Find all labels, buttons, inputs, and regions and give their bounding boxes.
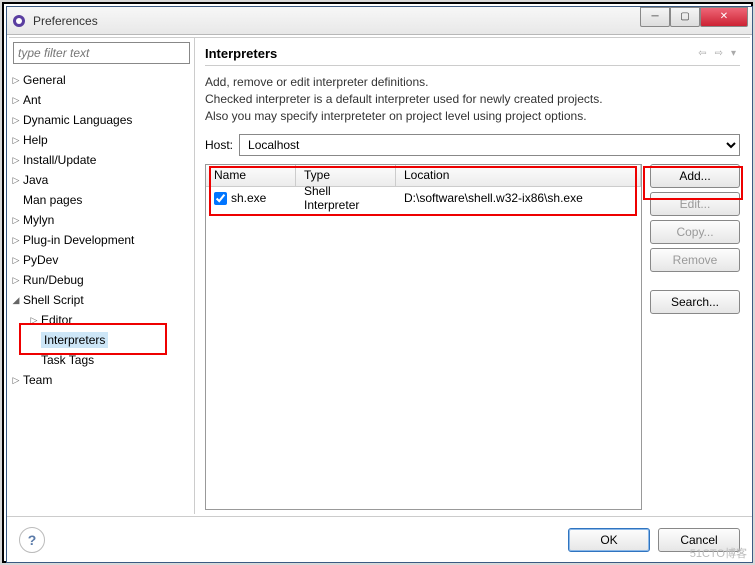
- tree-item-general[interactable]: ▷General: [9, 70, 194, 90]
- sidebar: ▷General▷Ant▷Dynamic Languages▷Help▷Inst…: [9, 37, 195, 514]
- tree-item-plug-in-development[interactable]: ▷Plug-in Development: [9, 230, 194, 250]
- collapsed-icon: ▷: [9, 135, 23, 146]
- menu-icon[interactable]: ▾: [727, 48, 740, 59]
- collapsed-icon: ▷: [9, 255, 23, 266]
- collapsed-icon: ▷: [9, 75, 23, 86]
- forward-icon[interactable]: ⇨: [711, 48, 727, 59]
- tree-item-interpreters[interactable]: Interpreters: [9, 330, 194, 350]
- titlebar: Preferences ─ ▢ ✕: [7, 7, 752, 35]
- tree: ▷General▷Ant▷Dynamic Languages▷Help▷Inst…: [9, 68, 194, 514]
- host-select[interactable]: Localhost: [239, 134, 740, 156]
- collapsed-icon: ▷: [9, 95, 23, 106]
- watermark: 51CTO博客: [690, 545, 747, 561]
- collapsed-icon: ▷: [9, 115, 23, 126]
- collapsed-icon: ▷: [9, 175, 23, 186]
- expanded-icon: ◢: [9, 295, 23, 306]
- content-pane: Interpreters ⇦ ⇨ ▾ Add, remove or edit i…: [195, 37, 750, 514]
- interpreters-table: Name Type Location sh.exe Shell Interpre…: [205, 164, 642, 510]
- close-button[interactable]: ✕: [700, 7, 748, 27]
- tree-item-editor[interactable]: ▷Editor: [9, 310, 194, 330]
- tree-item-run-debug[interactable]: ▷Run/Debug: [9, 270, 194, 290]
- minimize-button[interactable]: ─: [640, 7, 670, 27]
- table-row[interactable]: sh.exe Shell Interpreter D:\software\she…: [206, 187, 641, 209]
- page-description: Add, remove or edit interpreter definiti…: [205, 74, 740, 124]
- tree-item-help[interactable]: ▷Help: [9, 130, 194, 150]
- collapsed-icon: ▷: [9, 275, 23, 286]
- tree-item-task-tags[interactable]: Task Tags: [9, 350, 194, 370]
- row-location: D:\software\shell.w32-ix86\sh.exe: [396, 189, 641, 207]
- tree-item-ant[interactable]: ▷Ant: [9, 90, 194, 110]
- collapsed-icon: ▷: [9, 375, 23, 386]
- tree-item-mylyn[interactable]: ▷Mylyn: [9, 210, 194, 230]
- ok-button[interactable]: OK: [568, 528, 650, 552]
- copy-button[interactable]: Copy...: [650, 220, 740, 244]
- app-icon: [11, 13, 27, 29]
- row-type: Shell Interpreter: [296, 182, 396, 214]
- col-location[interactable]: Location: [396, 165, 641, 186]
- collapsed-icon: ▷: [9, 155, 23, 166]
- tree-item-install-update[interactable]: ▷Install/Update: [9, 150, 194, 170]
- collapsed-icon: ▷: [9, 235, 23, 246]
- maximize-button[interactable]: ▢: [670, 7, 700, 27]
- row-name: sh.exe: [231, 191, 266, 205]
- footer: ? OK Cancel: [7, 516, 752, 562]
- edit-button[interactable]: Edit...: [650, 192, 740, 216]
- collapsed-icon: ▷: [9, 215, 23, 226]
- window-title: Preferences: [33, 14, 640, 28]
- host-label: Host:: [205, 138, 233, 152]
- tree-item-java[interactable]: ▷Java: [9, 170, 194, 190]
- tree-item-man-pages[interactable]: Man pages: [9, 190, 194, 210]
- preferences-dialog: Preferences ─ ▢ ✕ ▷General▷Ant▷Dynamic L…: [6, 6, 753, 563]
- tree-item-pydev[interactable]: ▷PyDev: [9, 250, 194, 270]
- back-icon[interactable]: ⇦: [694, 48, 710, 59]
- tree-item-team[interactable]: ▷Team: [9, 370, 194, 390]
- page-title: Interpreters: [205, 46, 694, 61]
- row-checkbox[interactable]: [214, 192, 227, 205]
- help-icon[interactable]: ?: [19, 527, 45, 553]
- tree-item-dynamic-languages[interactable]: ▷Dynamic Languages: [9, 110, 194, 130]
- remove-button[interactable]: Remove: [650, 248, 740, 272]
- add-button[interactable]: Add...: [650, 164, 740, 188]
- tree-item-shell-script[interactable]: ◢Shell Script: [9, 290, 194, 310]
- search-button[interactable]: Search...: [650, 290, 740, 314]
- filter-input[interactable]: [13, 42, 190, 64]
- col-name[interactable]: Name: [206, 165, 296, 186]
